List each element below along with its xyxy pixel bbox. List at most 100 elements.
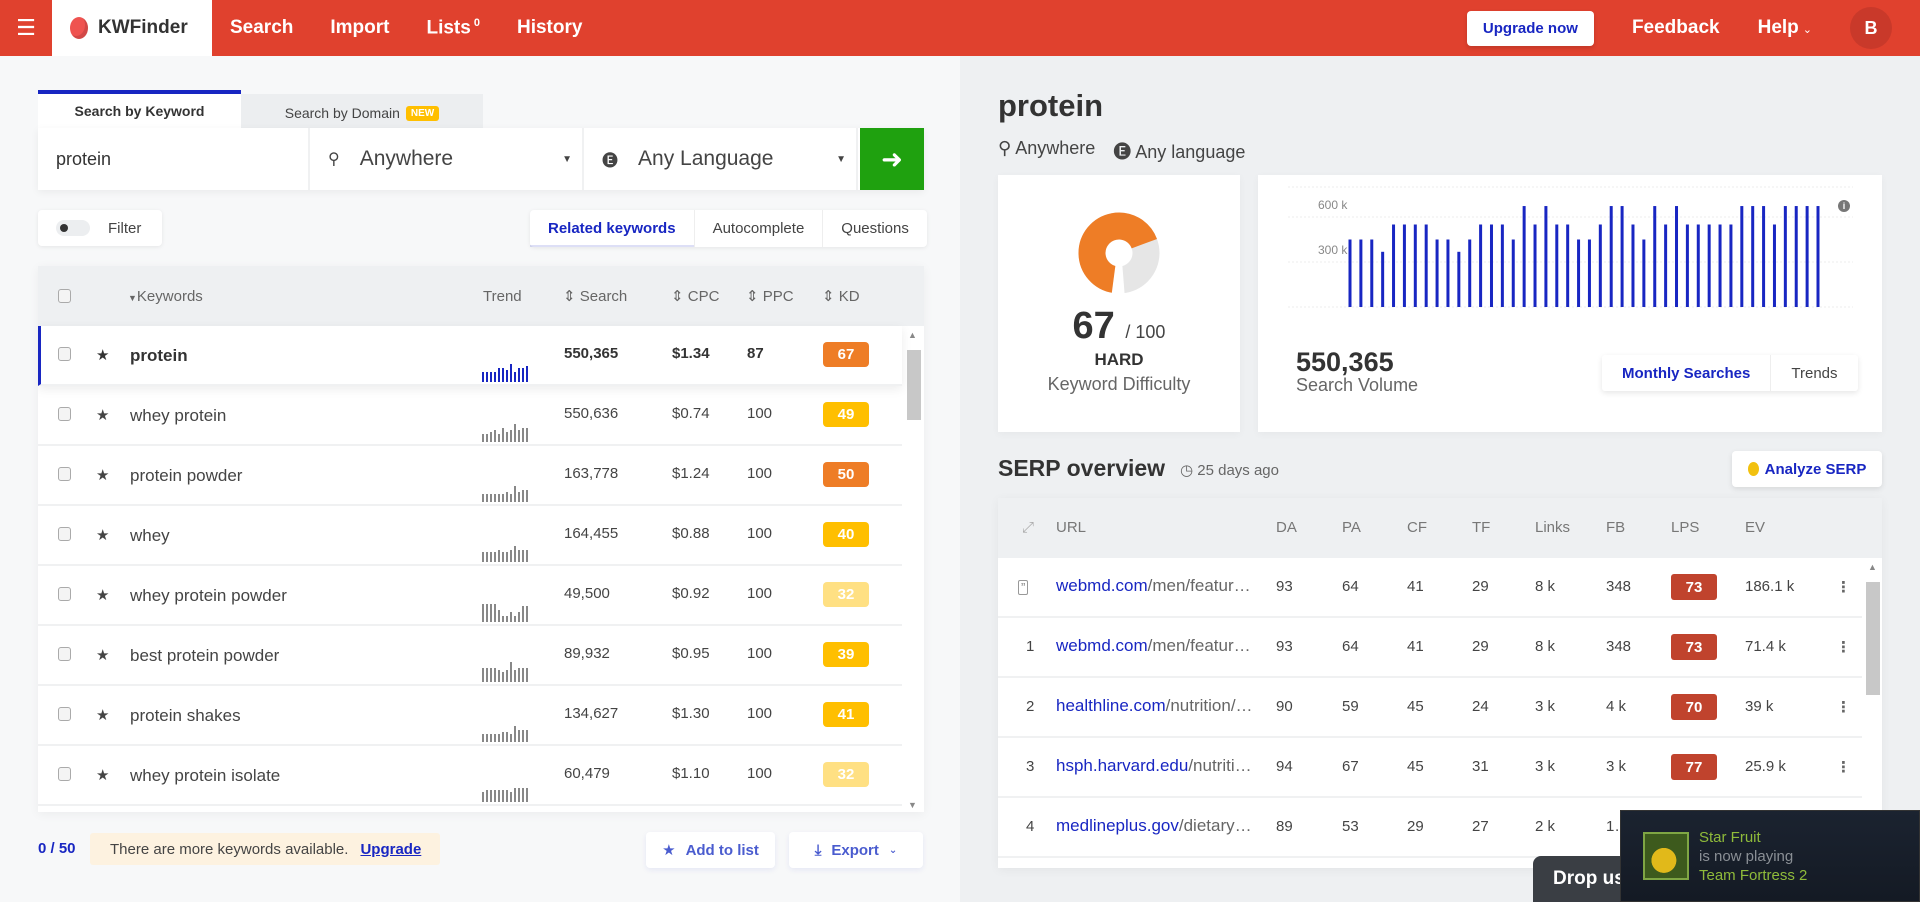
monthly-search-bar[interactable] xyxy=(1446,239,1450,308)
monthly-search-bar[interactable] xyxy=(1653,206,1657,307)
monthly-search-bar[interactable] xyxy=(1555,224,1559,308)
scrollbar-thumb[interactable] xyxy=(1866,582,1880,695)
keyword-row[interactable]: ★ whey 164,455 $0.88 100 40 xyxy=(38,506,902,566)
star-icon[interactable]: ★ xyxy=(96,526,109,544)
keyword-name[interactable]: best protein powder xyxy=(130,646,279,666)
scroll-down-icon[interactable]: ▼ xyxy=(908,800,917,810)
monthly-search-bar[interactable] xyxy=(1762,206,1766,307)
monthly-search-bar[interactable] xyxy=(1457,251,1461,307)
serp-url[interactable]: webmd.com/men/featur… xyxy=(1056,636,1251,656)
monthly-search-bar[interactable] xyxy=(1794,206,1798,307)
serp-url[interactable]: webmd.com/men/featur… xyxy=(1056,576,1251,596)
tab-monthly-searches[interactable]: Monthly Searches xyxy=(1602,355,1770,391)
nav-lists[interactable]: Lists 0 xyxy=(426,17,479,39)
more-options-icon[interactable]: ⋮ xyxy=(1836,578,1851,596)
keyword-name[interactable]: protein powder xyxy=(130,466,242,486)
monthly-search-bar[interactable] xyxy=(1566,224,1570,308)
keyword-row[interactable]: ★ whey protein 550,636 $0.74 100 49 xyxy=(38,386,902,446)
keyword-row[interactable]: ★ protein powder 163,778 $1.24 100 50 xyxy=(38,446,902,506)
monthly-search-bar[interactable] xyxy=(1424,224,1428,308)
feedback-link[interactable]: Feedback xyxy=(1632,17,1720,39)
row-checkbox[interactable] xyxy=(58,767,71,781)
star-icon[interactable]: ★ xyxy=(96,586,109,604)
tab-trends[interactable]: Trends xyxy=(1770,355,1857,391)
serp-url[interactable]: hsph.harvard.edu/nutriti… xyxy=(1056,756,1252,776)
monthly-search-bar[interactable] xyxy=(1435,239,1439,308)
language-select[interactable]: 🅔 Any Language ▼ xyxy=(584,128,858,190)
row-checkbox[interactable] xyxy=(58,347,71,361)
brand-logo[interactable]: KWFinder xyxy=(52,0,212,56)
column-ev[interactable]: EV xyxy=(1745,519,1765,536)
more-options-icon[interactable]: ⋮ xyxy=(1836,638,1851,656)
scrollbar-thumb[interactable] xyxy=(907,350,921,420)
nav-import[interactable]: Import xyxy=(330,17,389,39)
keyword-row[interactable]: ★ whey protein powder 49,500 $0.92 100 3… xyxy=(38,566,902,626)
user-avatar[interactable]: B xyxy=(1850,7,1892,49)
monthly-search-bar[interactable] xyxy=(1413,224,1417,308)
row-checkbox[interactable] xyxy=(58,647,71,661)
star-icon[interactable]: ★ xyxy=(96,706,109,724)
monthly-search-bar[interactable] xyxy=(1577,239,1581,308)
monthly-search-bar[interactable] xyxy=(1675,206,1679,307)
keyword-name[interactable]: whey xyxy=(130,526,170,546)
monthly-search-bar[interactable] xyxy=(1729,224,1733,308)
scroll-up-icon[interactable]: ▲ xyxy=(908,330,917,340)
monthly-search-bar[interactable] xyxy=(1598,224,1602,308)
tab-questions[interactable]: Questions xyxy=(822,210,927,247)
keyword-input[interactable] xyxy=(38,128,310,190)
keyword-name[interactable]: whey protein isolate xyxy=(130,766,280,786)
analyze-serp-button[interactable]: Analyze SERP xyxy=(1732,451,1882,487)
row-checkbox[interactable] xyxy=(58,587,71,601)
column-ppc[interactable]: ⇕ PPC xyxy=(746,287,794,305)
monthly-search-bar[interactable] xyxy=(1783,206,1787,307)
monthly-search-bar[interactable] xyxy=(1620,206,1624,307)
more-options-icon[interactable]: ⋮ xyxy=(1836,758,1851,776)
keyword-name[interactable]: whey protein xyxy=(130,406,226,426)
monthly-search-bar[interactable] xyxy=(1718,224,1722,308)
keyword-name[interactable]: whey protein powder xyxy=(130,586,287,606)
monthly-search-bar[interactable] xyxy=(1511,239,1515,308)
monthly-search-bar[interactable] xyxy=(1642,239,1646,308)
column-kd[interactable]: ⇕ KD xyxy=(822,287,860,305)
expand-icon[interactable]: ⤢ xyxy=(1022,519,1034,536)
monthly-search-bar[interactable] xyxy=(1707,224,1711,308)
monthly-search-bar[interactable] xyxy=(1544,206,1548,307)
monthly-search-bar[interactable] xyxy=(1522,206,1526,307)
star-icon[interactable]: ★ xyxy=(96,466,109,484)
hamburger-menu-button[interactable]: ☰ xyxy=(0,0,52,56)
column-pa[interactable]: PA xyxy=(1342,519,1361,536)
help-menu[interactable]: Help ⌄ xyxy=(1758,17,1812,39)
monthly-search-bar[interactable] xyxy=(1359,239,1363,308)
serp-url[interactable]: healthline.com/nutrition/… xyxy=(1056,696,1253,716)
nav-search[interactable]: Search xyxy=(230,17,293,39)
monthly-search-bar[interactable] xyxy=(1381,251,1385,307)
serp-url[interactable]: medlineplus.gov/dietary… xyxy=(1056,816,1252,836)
keyword-row[interactable]: ★ protein shakes 134,627 $1.30 100 41 xyxy=(38,686,902,746)
scroll-up-icon[interactable]: ▲ xyxy=(1868,562,1877,572)
row-checkbox[interactable] xyxy=(58,527,71,541)
tab-search-by-keyword[interactable]: Search by Keyword xyxy=(38,90,241,128)
monthly-search-bar[interactable] xyxy=(1805,206,1809,307)
monthly-search-bar[interactable] xyxy=(1816,206,1820,307)
location-select[interactable]: ⚲ Anywhere ▼ xyxy=(310,128,584,190)
monthly-search-bar[interactable] xyxy=(1740,206,1744,307)
monthly-search-bar[interactable] xyxy=(1587,239,1591,308)
chat-widget-button[interactable]: Drop us xyxy=(1533,856,1633,902)
upgrade-now-button[interactable]: Upgrade now xyxy=(1466,10,1594,46)
column-cpc[interactable]: ⇕ CPC xyxy=(671,287,719,305)
monthly-search-bar[interactable] xyxy=(1392,224,1396,308)
tab-autocomplete[interactable]: Autocomplete xyxy=(693,210,823,247)
search-submit-button[interactable]: ➜ xyxy=(860,128,924,190)
column-links[interactable]: Links xyxy=(1535,519,1570,536)
select-all-checkbox[interactable] xyxy=(58,289,71,303)
keyword-name[interactable]: protein xyxy=(130,346,188,366)
monthly-search-bar[interactable] xyxy=(1370,239,1374,308)
monthly-search-bar[interactable] xyxy=(1631,224,1635,308)
column-fb[interactable]: FB xyxy=(1606,519,1625,536)
keywords-scrollbar[interactable]: ▲ ▼ xyxy=(902,326,924,812)
monthly-search-bar[interactable] xyxy=(1664,224,1668,308)
monthly-search-bar[interactable] xyxy=(1479,224,1483,308)
row-checkbox[interactable] xyxy=(58,707,71,721)
keyword-row[interactable]: ★ whey protein isolate 60,479 $1.10 100 … xyxy=(38,746,902,806)
row-checkbox[interactable] xyxy=(58,407,71,421)
